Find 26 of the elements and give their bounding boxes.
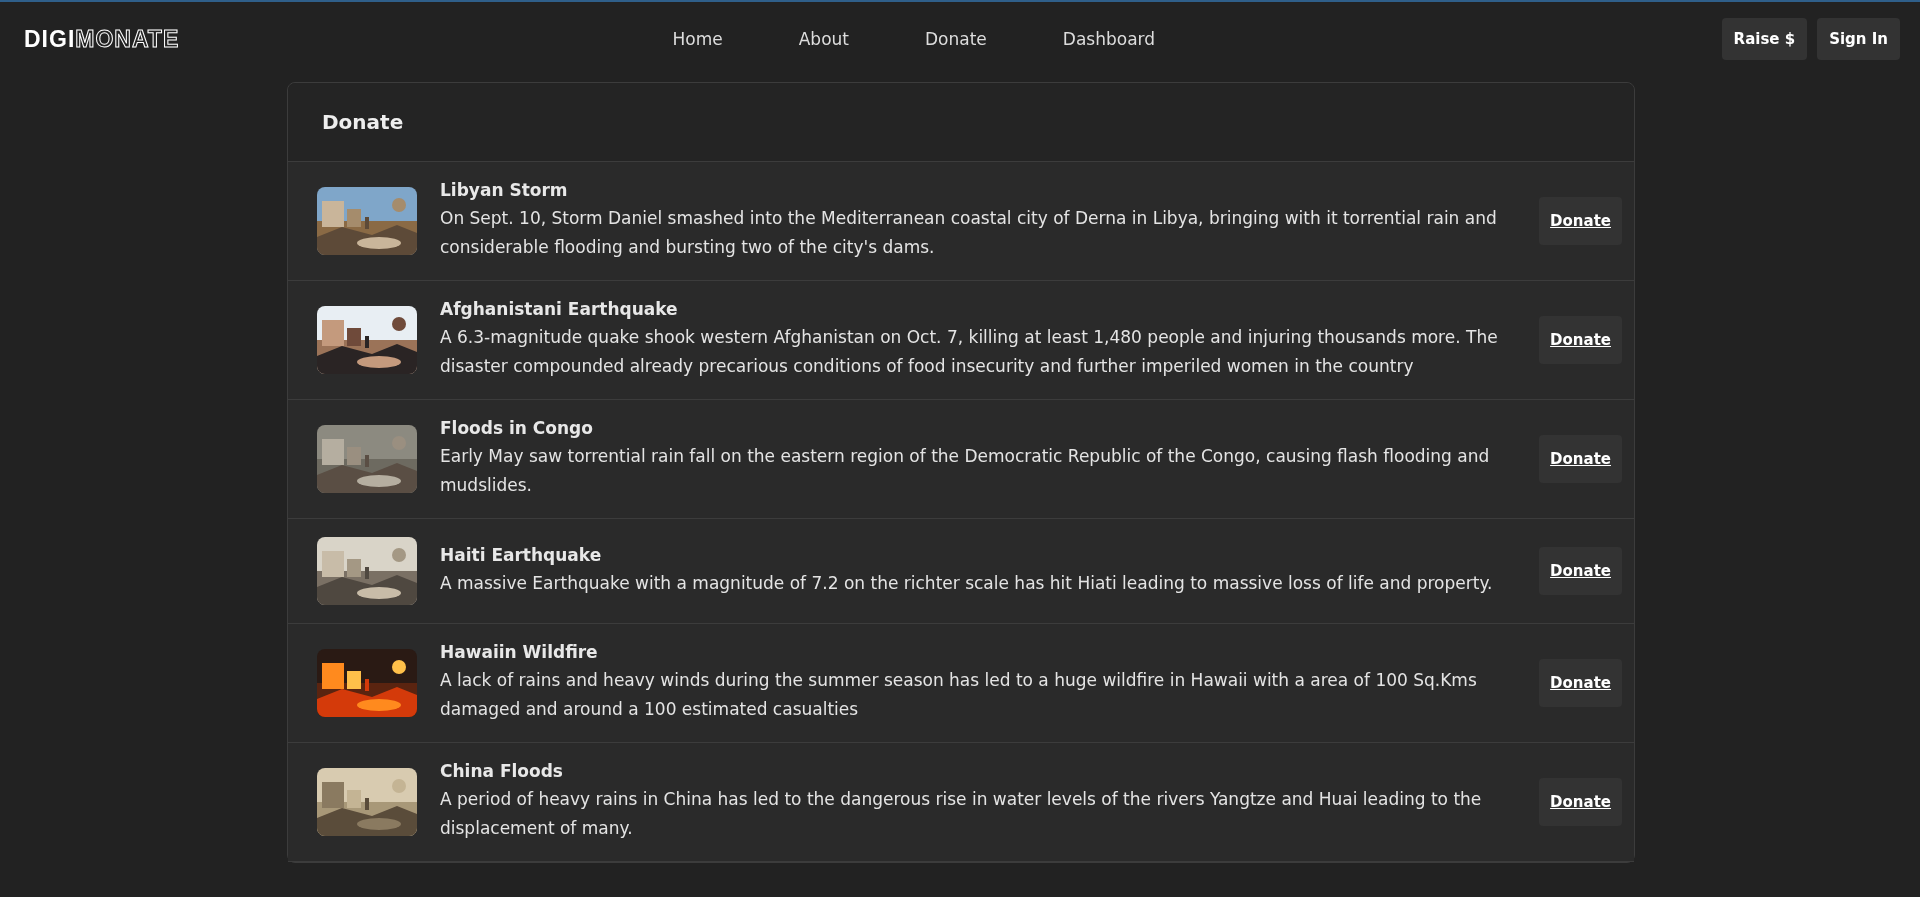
cause-description: On Sept. 10, Storm Daniel smashed into the Mediterranean coastal city of Derna in Libya, bringing with it torrential rain and considerable flooding and bursting two of the city's dams. xyxy=(440,207,1498,259)
donate-button[interactable]: Donate xyxy=(1539,547,1622,595)
donate-button[interactable]: Donate xyxy=(1539,197,1622,245)
logo[interactable]: DIGIMONATE xyxy=(24,25,276,53)
header-button[interactable]: Sign In xyxy=(1817,18,1900,60)
cause-title: Floods in Congo xyxy=(440,418,594,438)
cause-title: Haiti Earthquake xyxy=(440,544,603,565)
donate-button[interactable]: Donate xyxy=(1539,778,1622,826)
nav-link[interactable]: Dashboard xyxy=(1024,29,1194,49)
card-title: Donate xyxy=(322,110,404,134)
donate-button[interactable]: Donate xyxy=(1539,435,1622,483)
cause-description: A period of heavy rains in China has led to the dangerous rise in water levels of the rivers Yangtze and Huai leading to the displacement of many. xyxy=(440,788,1483,840)
cause-description: A lack of rains and heavy winds during the summer season has led to a huge wildfire in Hawaii with a area of 100 Sq.Kms damaged and around a 100 estimated casualties xyxy=(440,669,1478,721)
cause-description: Early May saw torrential rain fall on the eastern region of the Democratic Republic of the Congo, causing flash flooding and mudslides. xyxy=(440,445,1491,497)
nav-link[interactable]: Donate xyxy=(887,29,1025,49)
nav-link[interactable]: About xyxy=(760,29,887,49)
donate-button[interactable]: Donate xyxy=(1539,316,1622,364)
donate-button[interactable]: Donate xyxy=(1539,659,1622,707)
cause-description: A 6.3-magnitude quake shook western Afghanistan on Oct. 7, killing at least 1,480 people and injuring thousands more. The disaster compounded already precarious conditions of food insecurity and further imperiled women in the country xyxy=(440,326,1499,378)
cause-description: A massive Earthquake with a magnitude of 7.2 on the richter scale has hit Hiati leading to massive loss of life and property. xyxy=(440,571,1494,595)
cause-title: China Floods xyxy=(440,761,564,781)
nav-link[interactable]: Home xyxy=(634,29,761,49)
cause-title: Afghanistani Earthquake xyxy=(440,299,679,319)
cause-title: Libyan Storm xyxy=(440,180,569,200)
cause-title: Hawaiin Wildfire xyxy=(440,642,599,662)
header-button[interactable]: Raise $ xyxy=(1721,18,1808,60)
